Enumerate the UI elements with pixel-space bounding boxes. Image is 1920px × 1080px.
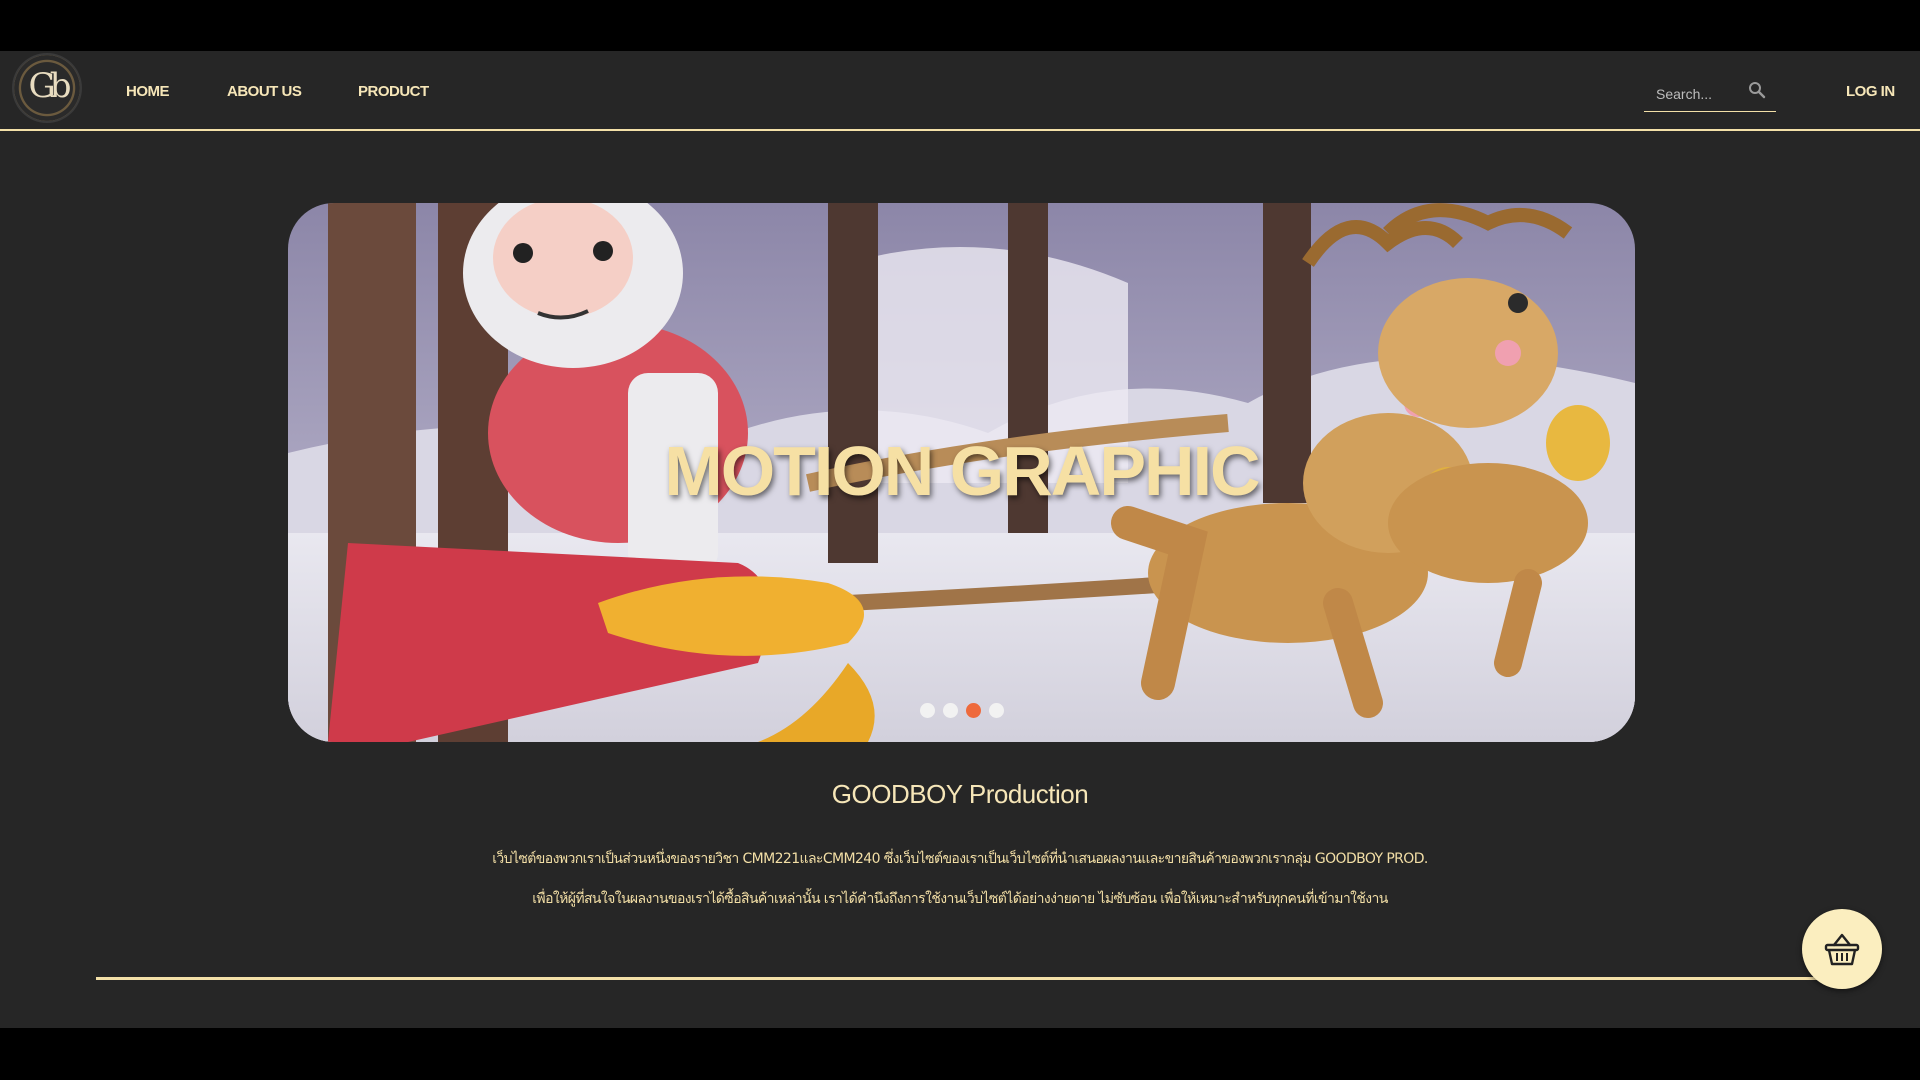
letterbox-bottom <box>0 1028 1920 1080</box>
nav-home-link[interactable]: HOME <box>126 81 170 103</box>
hero-title: MOTION GRAPHIC <box>664 432 1260 510</box>
page: Gb HOME ABOUT US PRODUCT LOG IN <box>0 51 1920 1028</box>
nav-product-link[interactable]: PRODUCT <box>358 81 429 103</box>
carousel-dot-2[interactable] <box>943 703 958 718</box>
navbar: Gb HOME ABOUT US PRODUCT LOG IN <box>0 51 1920 131</box>
logo[interactable]: Gb <box>14 55 80 121</box>
carousel-dots <box>920 703 1004 719</box>
nav-about-link[interactable]: ABOUT US <box>227 81 302 103</box>
logo-text: Gb <box>28 66 72 106</box>
carousel-dot-3[interactable] <box>966 703 981 718</box>
search-icon[interactable] <box>1748 81 1766 99</box>
carousel-dot-4[interactable] <box>989 703 1004 718</box>
basket-icon <box>1824 933 1860 966</box>
carousel-dot-1[interactable] <box>920 703 935 718</box>
section-title: GOODBOY Production <box>831 779 1089 809</box>
cart-button[interactable] <box>1802 909 1882 989</box>
login-link[interactable]: LOG IN <box>1846 81 1895 103</box>
search-box <box>1644 75 1776 112</box>
description-line-1: เว็บไซต์ของพวกเราเป็นส่วนหนึ่งของรายวิชา… <box>492 851 1428 867</box>
description-line-2: เพื่อให้ผู้ที่สนใจในผลงานของเราได้ซื้อสิ… <box>532 891 1388 907</box>
search-input[interactable] <box>1654 81 1748 107</box>
hero-carousel[interactable]: MOTION GRAPHIC <box>288 203 1635 742</box>
letterbox-top <box>0 0 1920 51</box>
divider-line <box>96 977 1826 980</box>
